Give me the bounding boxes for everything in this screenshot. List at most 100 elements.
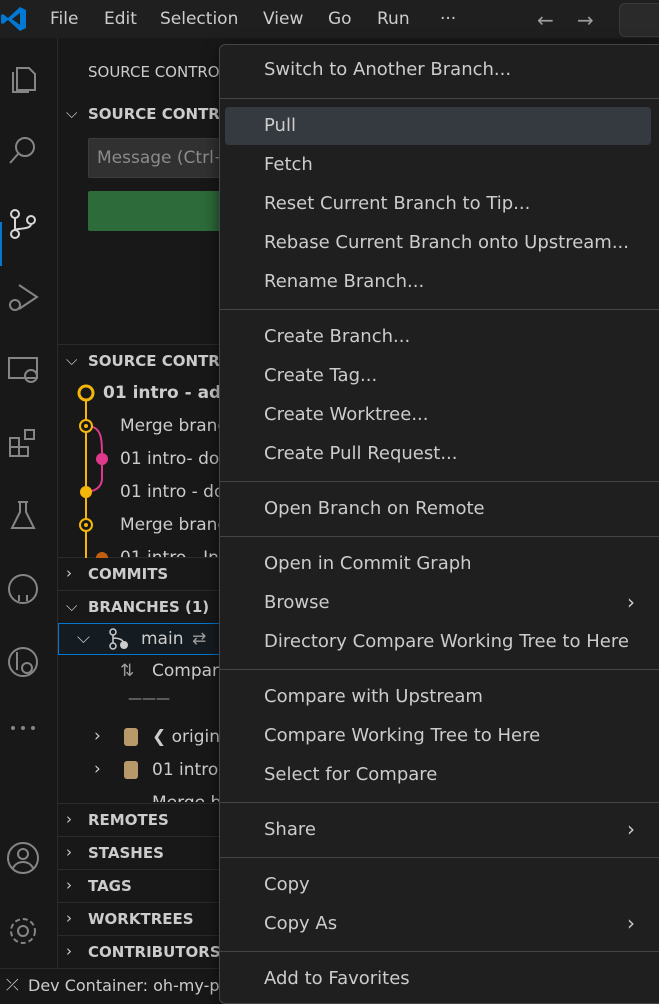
menu-more[interactable]: ··· [440, 9, 456, 29]
graph-node-merge-dot [84, 523, 88, 527]
menu-separator [220, 536, 659, 537]
menu-selection[interactable]: Selection [160, 9, 238, 29]
menu-item-open-branch-remote[interactable]: Open Branch on Remote [225, 490, 651, 528]
section-label: CONTRIBUTORS [88, 943, 221, 961]
remote-icon[interactable]: ⤫ [6, 975, 19, 995]
graph-row-head[interactable]: 01 intro - add [103, 383, 233, 403]
menu-item-reset-branch[interactable]: Reset Current Branch to Tip... [225, 185, 651, 223]
menu-item-label: Create Pull Request... [264, 443, 458, 464]
remote-status[interactable]: Dev Container: oh-my-p [28, 976, 220, 995]
menu-run[interactable]: Run [377, 9, 410, 29]
graph-node-head [77, 384, 95, 402]
commit-label: 01 intro [152, 760, 219, 780]
menu-item-open-commit-graph[interactable]: Open in Commit Graph [225, 545, 651, 583]
menu-item-copy[interactable]: Copy [225, 866, 651, 904]
chevron-down-icon: ⌵ [66, 597, 78, 615]
graph-row[interactable]: 01 intro- do [120, 449, 219, 469]
menu-item-label: Rename Branch... [264, 271, 425, 292]
menu-item-label: Rebase Current Branch onto Upstream... [264, 232, 630, 253]
menu-item-copy-as[interactable]: Copy As › [225, 905, 651, 943]
section-label: WORKTREES [88, 910, 194, 928]
menu-item-create-tag[interactable]: Create Tag... [225, 357, 651, 395]
compare-label: Compare [152, 661, 230, 681]
run-debug-icon[interactable] [3, 277, 43, 317]
menu-item-share[interactable]: Share › [225, 811, 651, 849]
menu-item-compare-upstream[interactable]: Compare with Upstream [225, 678, 651, 716]
menu-item-switch-branch[interactable]: Switch to Another Branch... [225, 51, 651, 89]
settings-gear-icon[interactable] [3, 911, 43, 951]
menu-item-add-to-favorites[interactable]: Add to Favorites [225, 960, 651, 998]
menu-separator [220, 669, 659, 670]
source-control-icon[interactable] [3, 204, 43, 244]
chevron-right-icon: › [627, 911, 635, 935]
menu-item-create-branch[interactable]: Create Branch... [225, 318, 651, 356]
menu-item-pull[interactable]: Pull [225, 107, 651, 145]
account-icon[interactable] [3, 838, 43, 878]
commit-label: Merge b [152, 793, 221, 802]
chevron-down-icon: ⌵ [66, 104, 78, 122]
menu-separator [220, 309, 659, 310]
testing-icon[interactable] [3, 496, 43, 536]
menu-edit[interactable]: Edit [104, 9, 137, 29]
branch-context-menu: Switch to Another Branch... Pull Fetch R… [219, 44, 659, 1004]
section-label: BRANCHES (1) [88, 598, 210, 616]
menu-separator [220, 98, 659, 99]
chevron-right-icon: › [66, 876, 72, 894]
menu-item-label: Create Tag... [264, 365, 378, 386]
menu-item-label: Create Worktree... [264, 404, 429, 425]
menu-item-label: Open in Commit Graph [264, 553, 472, 574]
menu-item-label: Fetch [264, 154, 313, 175]
chevron-right-icon: › [66, 810, 72, 828]
graph-node [80, 486, 92, 498]
menu-file[interactable]: File [50, 9, 78, 29]
commit-label: ❮ origin [152, 727, 221, 747]
menu-item-rebase-branch[interactable]: Rebase Current Branch onto Upstream... [225, 224, 651, 262]
menu-item-label: Copy As [264, 913, 338, 934]
menu-item-fetch[interactable]: Fetch [225, 146, 651, 184]
menu-item-select-for-compare[interactable]: Select for Compare [225, 756, 651, 794]
menu-go[interactable]: Go [328, 9, 352, 29]
remote-explorer-icon[interactable] [3, 350, 43, 390]
menu-item-rename-branch[interactable]: Rename Branch... [225, 263, 651, 301]
back-arrow-icon[interactable]: ← [537, 8, 554, 32]
sync-icon: ⇄ [192, 629, 207, 649]
gitlens-icon[interactable] [3, 642, 43, 682]
explorer-icon[interactable] [3, 58, 43, 98]
command-center[interactable] [619, 3, 659, 37]
github-icon[interactable] [3, 569, 43, 609]
extensions-icon[interactable] [3, 423, 43, 463]
menu-item-compare-working-tree[interactable]: Compare Working Tree to Here [225, 717, 651, 755]
menu-item-label: Pull [264, 115, 296, 136]
menu-item-label: Copy [264, 874, 310, 895]
forward-arrow-icon[interactable]: → [577, 8, 594, 32]
active-indicator [0, 222, 2, 266]
section-label: STASHES [88, 844, 164, 862]
menu-item-label: Directory Compare Working Tree to Here [264, 631, 629, 652]
menu-separator [220, 857, 659, 858]
graph-node [96, 453, 108, 465]
section-label: COMMITS [88, 565, 169, 583]
menu-item-create-worktree[interactable]: Create Worktree... [225, 396, 651, 434]
graph-node-merge-dot [84, 424, 88, 428]
graph-row[interactable]: 01 intro - do [120, 482, 224, 502]
menu-separator [220, 951, 659, 952]
vscode-logo-icon [1, 7, 26, 31]
menu-item-browse[interactable]: Browse › [225, 584, 651, 622]
branch-icon [109, 628, 128, 650]
chevron-right-icon: › [66, 843, 72, 861]
graph-node [96, 552, 108, 558]
menu-view[interactable]: View [263, 9, 303, 29]
menu-item-label: Compare Working Tree to Here [264, 725, 541, 746]
menu-separator [220, 481, 659, 482]
title-bar: File Edit Selection View Go Run ··· ← → [0, 0, 659, 38]
menu-item-label: Open Branch on Remote [264, 498, 485, 519]
menu-item-create-pull-request[interactable]: Create Pull Request... [225, 435, 651, 473]
menu-item-label: Add to Favorites [264, 968, 410, 989]
avatar [124, 761, 138, 779]
menu-item-label: Share [264, 819, 316, 840]
chevron-right-icon: › [66, 909, 72, 927]
more-views-icon[interactable] [3, 708, 43, 748]
menu-item-directory-compare[interactable]: Directory Compare Working Tree to Here [225, 623, 651, 661]
section-label: REMOTES [88, 811, 169, 829]
search-icon[interactable] [3, 131, 43, 171]
